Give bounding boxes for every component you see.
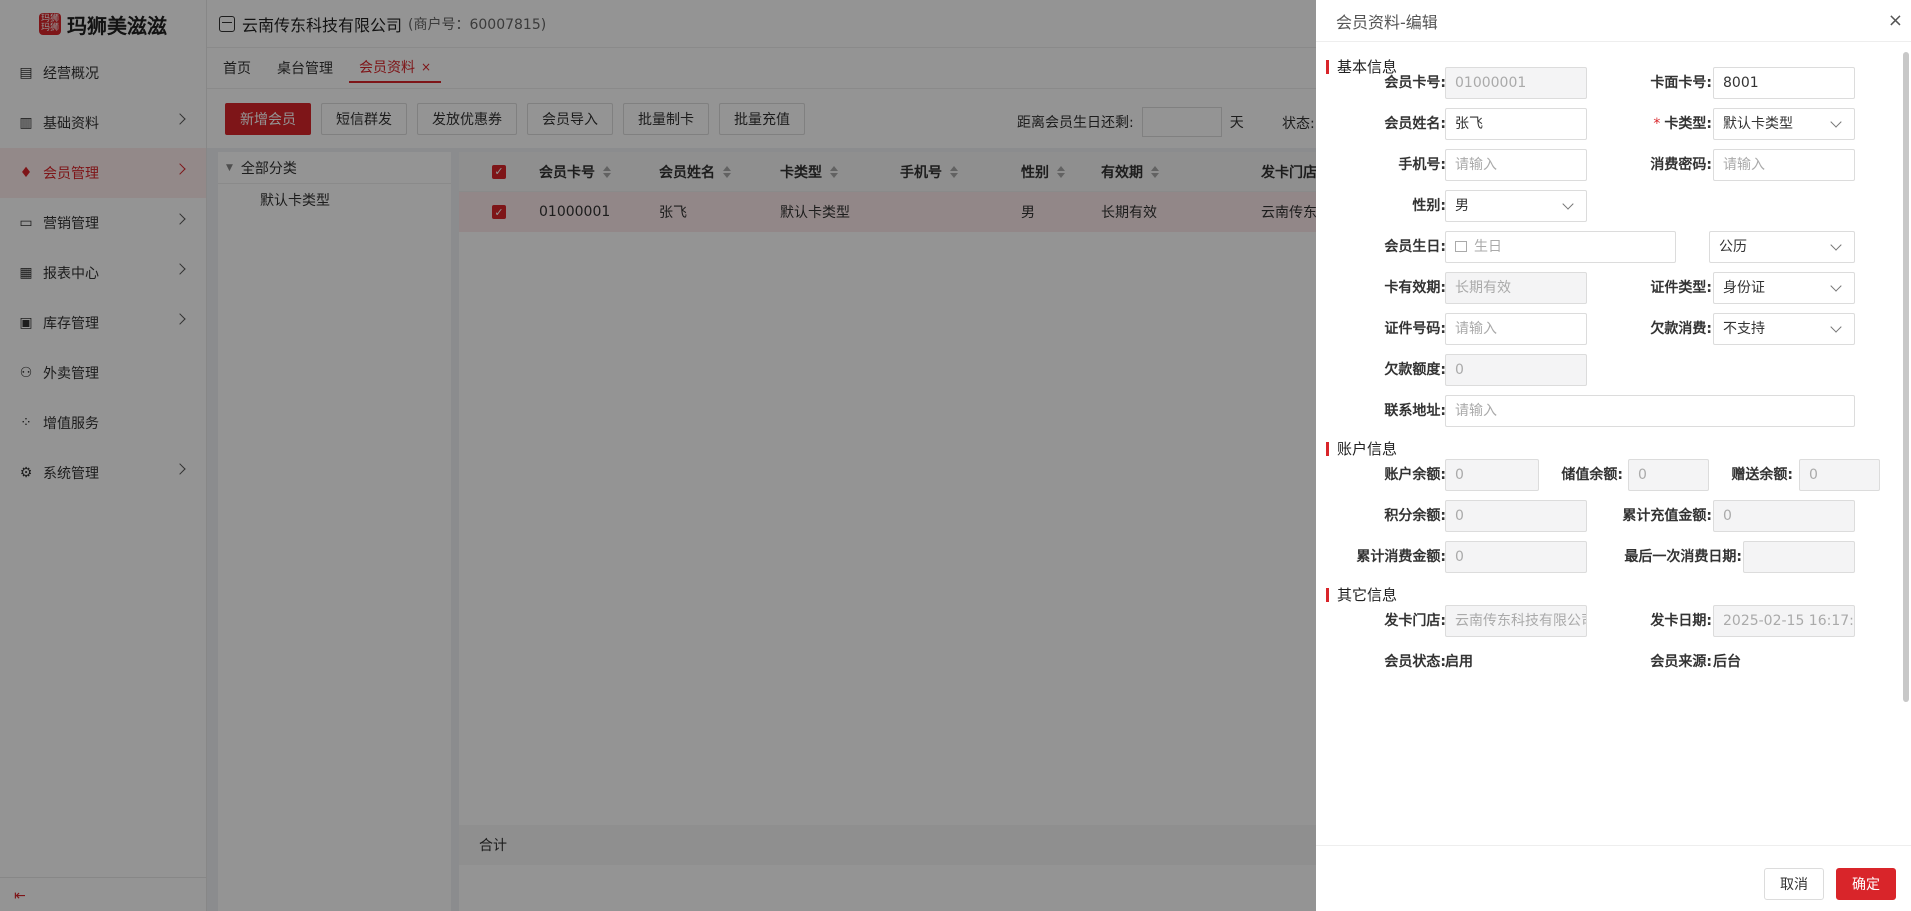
birthday-label: 会员生日:	[1384, 239, 1446, 255]
member-name-field[interactable]: 张飞	[1445, 108, 1587, 140]
id-type-label: 证件类型:	[1650, 280, 1712, 296]
id-type-select[interactable]: 身份证	[1713, 272, 1855, 304]
validity-label: 卡有效期:	[1384, 280, 1446, 296]
calendar-type-select[interactable]: 公历	[1709, 231, 1855, 263]
issue-date-field[interactable]: 2025-02-15 16:17:2	[1713, 605, 1855, 637]
drawer-scrollbar[interactable]	[1903, 52, 1909, 702]
card-no-label: 会员卡号:	[1384, 75, 1446, 91]
section-title-account: 账户信息	[1326, 442, 1397, 457]
id-number-label: 证件号码:	[1384, 321, 1446, 337]
required-mark: *	[1653, 116, 1661, 132]
card-type-label: * 卡类型:	[1572, 108, 1712, 140]
calendar-icon	[1455, 240, 1467, 252]
issue-store-field[interactable]: 云南传东科技有限公司	[1445, 605, 1587, 637]
phone-label: 手机号:	[1398, 157, 1446, 173]
drawer-footer: 取消 确定	[1316, 845, 1911, 911]
phone-field[interactable]: 请输入	[1445, 149, 1587, 181]
gender-select[interactable]: 男	[1445, 190, 1587, 222]
address-field[interactable]: 请输入	[1445, 395, 1855, 427]
member-status-value: 启用	[1445, 654, 1473, 670]
balance-label: 账户余额:	[1384, 467, 1446, 483]
member-status-label: 会员状态:	[1384, 654, 1446, 670]
address-label: 联系地址:	[1384, 403, 1446, 419]
total-recharge-label: 累计充值金额:	[1622, 508, 1712, 524]
gift-balance-label: 赠送余额:	[1731, 467, 1793, 483]
last-spend-date-field[interactable]	[1743, 541, 1855, 573]
stored-balance-field[interactable]: 0	[1628, 459, 1709, 491]
confirm-button[interactable]: 确定	[1836, 868, 1896, 900]
birthday-placeholder: 生日	[1474, 239, 1502, 255]
pay-password-label: 消费密码:	[1650, 157, 1712, 173]
close-icon[interactable]: ×	[1888, 10, 1903, 31]
member-source-label: 会员来源:	[1650, 654, 1712, 670]
app-root: 玛狮 玛狮 玛狮美滋滋 ▤ 经营概况 ▥ 基础资料 ♦ 会员管理 ▭ 营销管理 …	[0, 0, 1911, 911]
issue-store-label: 发卡门店:	[1384, 613, 1446, 629]
points-label: 积分余额:	[1384, 508, 1446, 524]
id-number-field[interactable]: 请输入	[1445, 313, 1587, 345]
credit-spend-label: 欠款消费:	[1650, 321, 1712, 337]
card-type-select[interactable]: 默认卡类型	[1713, 108, 1855, 140]
total-recharge-field[interactable]: 0	[1713, 500, 1855, 532]
stored-balance-label: 储值余额:	[1561, 467, 1623, 483]
drawer-header: 会员资料-编辑 ×	[1316, 0, 1911, 42]
member-source-value: 后台	[1713, 654, 1741, 670]
drawer-body: 基本信息 会员卡号: 01000001 卡面卡号: 8001 会员姓名: 张飞 …	[1316, 42, 1911, 845]
gender-label: 性别:	[1412, 198, 1446, 214]
credit-spend-select[interactable]: 不支持	[1713, 313, 1855, 345]
member-name-label: 会员姓名:	[1384, 116, 1446, 132]
drawer-title: 会员资料-编辑	[1336, 12, 1438, 32]
points-field[interactable]: 0	[1445, 500, 1587, 532]
card-no-field[interactable]: 01000001	[1445, 67, 1587, 99]
section-title-other: 其它信息	[1326, 588, 1397, 603]
birthday-date-picker[interactable]: 生日	[1445, 231, 1676, 263]
pay-password-field[interactable]: 请输入	[1713, 149, 1855, 181]
balance-field[interactable]: 0	[1445, 459, 1539, 491]
issue-date-label: 发卡日期:	[1650, 613, 1712, 629]
card-type-label-text: 卡类型:	[1664, 116, 1712, 132]
total-spend-label: 累计消费金额:	[1356, 549, 1446, 565]
member-edit-drawer: 会员资料-编辑 × 基本信息 会员卡号: 01000001 卡面卡号: 8001…	[1316, 0, 1911, 911]
face-no-field[interactable]: 8001	[1713, 67, 1855, 99]
cancel-button[interactable]: 取消	[1764, 868, 1824, 900]
face-no-label: 卡面卡号:	[1650, 75, 1712, 91]
credit-limit-field[interactable]: 0	[1445, 354, 1587, 386]
validity-field[interactable]: 长期有效	[1445, 272, 1587, 304]
last-spend-date-label: 最后一次消费日期:	[1624, 549, 1742, 565]
gift-balance-field[interactable]: 0	[1799, 459, 1880, 491]
total-spend-field[interactable]: 0	[1445, 541, 1587, 573]
credit-limit-label: 欠款额度:	[1384, 362, 1446, 378]
